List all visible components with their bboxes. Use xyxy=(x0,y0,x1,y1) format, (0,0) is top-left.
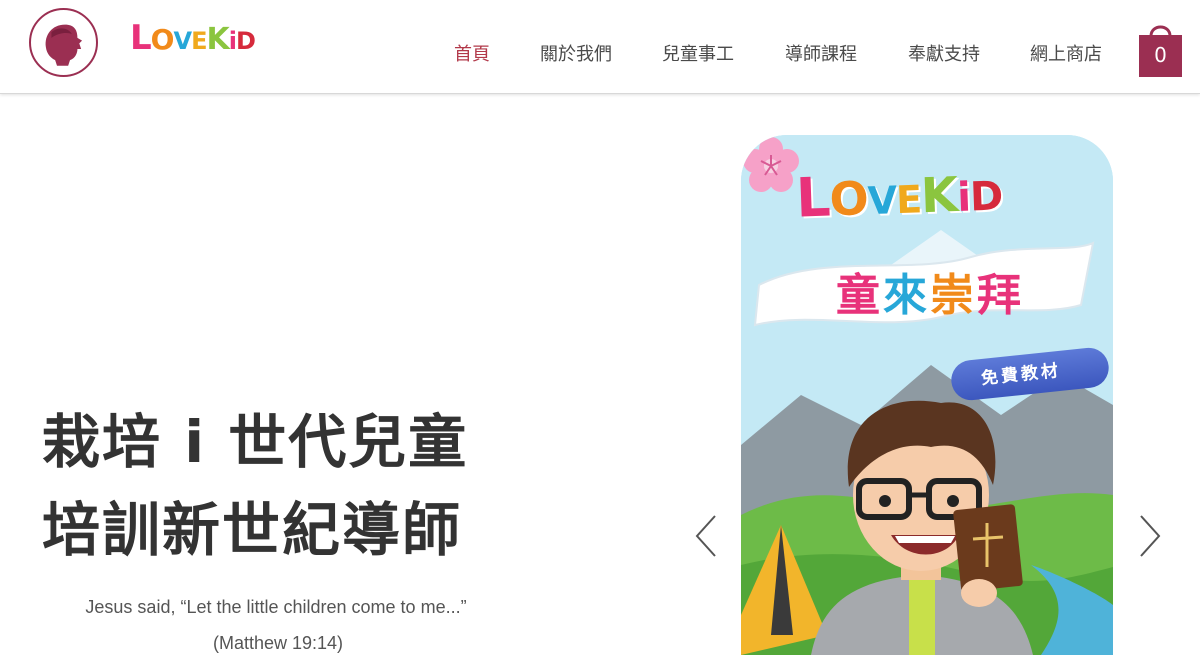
brand-letter: D xyxy=(235,27,256,55)
slide-brand-letter: K xyxy=(920,166,959,225)
hero-title: 栽培 i 世代兒童 培訓新世紀導師 xyxy=(42,398,602,574)
flower-icon xyxy=(743,137,799,192)
bible-quote: Jesus said, “Let the little children com… xyxy=(85,597,467,617)
chevron-right-icon xyxy=(1140,515,1161,557)
cart-count: 0 xyxy=(1154,43,1167,67)
hero-slide[interactable]: LOVEKiD 童來崇拜 免費教材 xyxy=(741,135,1113,655)
brand-letter: V xyxy=(173,27,192,55)
slide-subtitle: 童來崇拜 xyxy=(815,259,1045,323)
hero-title-line1: 栽培 i 世代兒童 xyxy=(42,408,469,476)
slide-brand-letter: O xyxy=(828,171,869,227)
slide-brand-letter: D xyxy=(969,173,1003,221)
slide-subtitle-char: 童 xyxy=(836,270,883,321)
nav-item-donate[interactable]: 奉獻支持 xyxy=(908,40,980,66)
brand-letter: i xyxy=(228,27,237,55)
child-silhouette-logo-icon[interactable] xyxy=(29,8,98,77)
slider-prev-button[interactable] xyxy=(694,514,718,558)
brand-letter: E xyxy=(191,27,207,55)
slider-next-button[interactable] xyxy=(1138,514,1162,558)
nav-item-children-ministry[interactable]: 兒童事工 xyxy=(662,40,734,66)
nav-item-home[interactable]: 首頁 xyxy=(454,40,490,66)
slide-brand-wordmark: LOVEKiD xyxy=(795,159,1003,229)
brand-letter: L xyxy=(130,18,152,58)
slide-subtitle-char: 來 xyxy=(883,270,930,321)
slide-brand-letter: E xyxy=(895,177,922,223)
slide-brand-letter: V xyxy=(866,178,897,224)
nav-item-online-shop[interactable]: 網上商店 xyxy=(1030,40,1102,66)
brand-wordmark[interactable]: LOVEKiD xyxy=(130,18,280,68)
chevron-left-icon xyxy=(695,515,716,557)
cart-button[interactable]: 0 xyxy=(1137,18,1184,78)
nav-item-about[interactable]: 關於我們 xyxy=(540,40,612,66)
site-header: LOVEKiD 首頁 關於我們 兒童事工 導師課程 奉獻支持 網上商店 0 xyxy=(0,0,1200,94)
hero-title-line2: 培訓新世紀導師 xyxy=(42,496,463,564)
nav-item-teacher-courses[interactable]: 導師課程 xyxy=(785,40,857,66)
brand-letter: O xyxy=(150,23,175,56)
slide-subtitle-char: 拜 xyxy=(977,270,1024,321)
brand-letter: K xyxy=(206,22,229,57)
bible-quote-reference: (Matthew 19:14) xyxy=(212,633,344,653)
slide-subtitle-char: 崇 xyxy=(930,270,977,321)
